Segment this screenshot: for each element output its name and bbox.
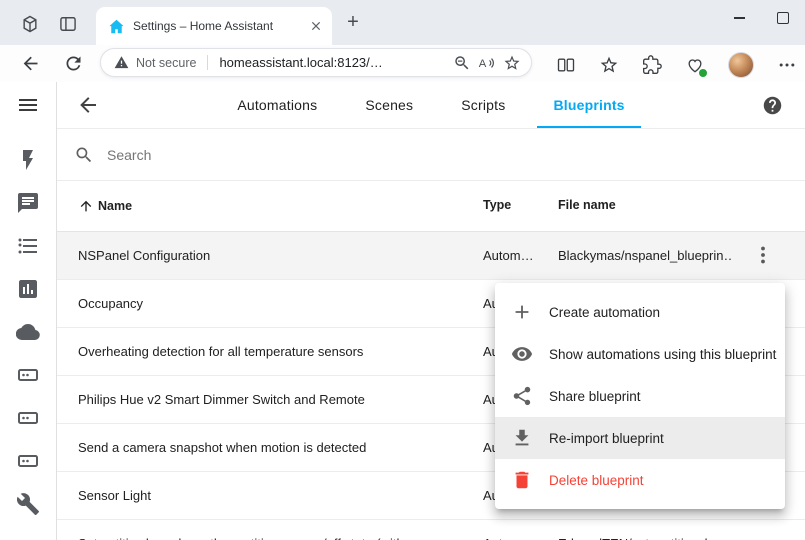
- table-header: Name Type File name: [57, 181, 805, 232]
- not-secure-warning-icon: [114, 55, 129, 70]
- navbar-right-icons: [556, 52, 797, 78]
- sort-arrow-up-icon: [78, 198, 94, 214]
- column-header-type[interactable]: Type: [483, 198, 511, 212]
- sidebar-hub-icon[interactable]: [16, 449, 40, 473]
- url-text[interactable]: homeassistant.local:8123/…: [219, 55, 446, 70]
- svg-text:A: A: [479, 57, 487, 69]
- sidebar: [0, 82, 57, 540]
- menu-item-create-automation[interactable]: Create automation: [495, 291, 785, 333]
- browser-navbar: Not secure homeassistant.local:8123/… A: [0, 45, 805, 83]
- search-icon: [74, 145, 94, 165]
- app-toolbar: Automations Scenes Scripts Blueprints: [57, 82, 805, 129]
- home-assistant-app: Automations Scenes Scripts Blueprints Se…: [0, 82, 805, 540]
- home-assistant-favicon: [108, 18, 125, 35]
- hamburger-menu-icon[interactable]: [16, 93, 40, 117]
- plus-icon: [511, 301, 533, 323]
- tab-automations[interactable]: Automations: [213, 82, 341, 128]
- row-name: Send a camera snapshot when motion is de…: [78, 440, 366, 455]
- browser-essentials-icon[interactable]: [685, 55, 705, 75]
- eye-icon: [511, 343, 533, 365]
- row-name: NSPanel Configuration: [78, 248, 210, 263]
- minimize-button[interactable]: [717, 0, 761, 36]
- trash-icon: [511, 469, 533, 491]
- refresh-icon[interactable]: [63, 53, 84, 74]
- row-file: Blackymas/nspanel_blueprin…: [558, 248, 733, 263]
- tab-strip: Settings – Home Assistant +: [0, 0, 805, 45]
- sidebar-logbook-icon[interactable]: [16, 191, 40, 215]
- tab-close-icon[interactable]: [308, 18, 324, 34]
- help-icon[interactable]: [762, 95, 783, 116]
- address-bar[interactable]: Not secure homeassistant.local:8123/… A: [100, 48, 532, 77]
- tab-actions-icon[interactable]: [58, 14, 78, 34]
- workspaces-icon[interactable]: [20, 14, 40, 34]
- row-file: EdwardTEN/set_entities_bas…: [558, 536, 733, 540]
- browser-menu-icon[interactable]: [777, 55, 797, 75]
- browser-tab[interactable]: Settings – Home Assistant: [96, 7, 332, 45]
- favorite-star-icon[interactable]: [503, 54, 521, 72]
- browser-chrome: Settings – Home Assistant + Not secure h…: [0, 0, 805, 82]
- tab-scripts[interactable]: Scripts: [437, 82, 529, 128]
- table-row[interactable]: NSPanel Configuration Autom… Blackymas/n…: [57, 232, 805, 280]
- row-overflow-menu-icon[interactable]: [751, 243, 775, 267]
- share-icon: [511, 385, 533, 407]
- column-header-name[interactable]: Name: [78, 181, 132, 231]
- column-header-file[interactable]: File name: [558, 198, 616, 212]
- menu-item-reimport-blueprint[interactable]: Re-import blueprint: [495, 417, 785, 459]
- back-icon[interactable]: [20, 53, 41, 74]
- favorites-icon[interactable]: [599, 55, 619, 75]
- row-name: Set entities based on other entities new…: [78, 536, 468, 540]
- row-type: Autom…: [483, 248, 534, 263]
- menu-item-label: Share blueprint: [549, 389, 641, 404]
- tab-scenes[interactable]: Scenes: [341, 82, 437, 128]
- menu-item-delete-blueprint[interactable]: Delete blueprint: [495, 459, 785, 501]
- menu-item-label: Re-import blueprint: [549, 431, 664, 446]
- split-screen-icon[interactable]: [556, 55, 576, 75]
- sidebar-hub-icon[interactable]: [16, 363, 40, 387]
- maximize-button[interactable]: [761, 0, 805, 36]
- sidebar-cloud-icon[interactable]: [16, 320, 40, 344]
- sidebar-hub-icon[interactable]: [16, 406, 40, 430]
- profile-avatar[interactable]: [728, 52, 754, 78]
- tab-title: Settings – Home Assistant: [133, 19, 300, 33]
- sidebar-todo-list-icon[interactable]: [16, 234, 40, 258]
- address-divider: [207, 55, 208, 70]
- zoom-icon[interactable]: [453, 54, 471, 72]
- new-tab-button[interactable]: +: [342, 11, 364, 33]
- extensions-icon[interactable]: [642, 55, 662, 75]
- sidebar-history-icon[interactable]: [16, 277, 40, 301]
- download-icon: [511, 427, 533, 449]
- table-row[interactable]: Set entities based on other entities new…: [57, 520, 805, 540]
- menu-item-label: Delete blueprint: [549, 473, 644, 488]
- sidebar-energy-icon[interactable]: [16, 148, 40, 172]
- row-type: Autom…: [483, 536, 534, 540]
- row-name: Sensor Light: [78, 488, 151, 503]
- column-label-name: Name: [98, 199, 132, 213]
- row-name: Occupancy: [78, 296, 143, 311]
- read-aloud-icon[interactable]: A: [478, 54, 496, 72]
- menu-item-share-blueprint[interactable]: Share blueprint: [495, 375, 785, 417]
- row-name: Philips Hue v2 Smart Dimmer Switch and R…: [78, 392, 365, 407]
- window-controls: [717, 0, 805, 36]
- menu-item-label: Create automation: [549, 305, 660, 320]
- essentials-status-dot: [698, 68, 708, 78]
- sidebar-developer-tools-icon[interactable]: [16, 492, 40, 516]
- tab-blueprints[interactable]: Blueprints: [529, 82, 648, 128]
- context-menu: Create automation Show automations using…: [495, 283, 785, 509]
- menu-item-show-automations[interactable]: Show automations using this blueprint: [495, 333, 785, 375]
- menu-item-label: Show automations using this blueprint: [549, 347, 776, 362]
- security-label[interactable]: Not secure: [136, 56, 196, 70]
- page-tabs: Automations Scenes Scripts Blueprints: [57, 82, 805, 128]
- search-input[interactable]: Search: [57, 129, 805, 181]
- row-name: Overheating detection for all temperatur…: [78, 344, 363, 359]
- search-placeholder: Search: [107, 147, 151, 163]
